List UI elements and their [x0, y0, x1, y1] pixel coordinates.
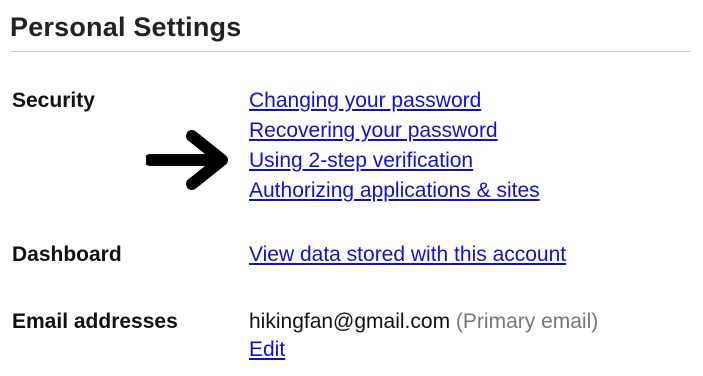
two-step-verification-link[interactable]: Using 2-step verification — [249, 149, 473, 173]
page-title: Personal Settings — [10, 12, 242, 42]
email-row: hikingfan@gmail.com (Primary email) — [249, 310, 598, 334]
email-addresses-label: Email addresses — [12, 310, 178, 333]
email-address: hikingfan@gmail.com — [249, 310, 451, 333]
view-data-link[interactable]: View data stored with this account — [249, 243, 566, 267]
primary-email-note: (Primary email) — [455, 310, 599, 333]
authorizing-apps-link[interactable]: Authorizing applications & sites — [249, 179, 540, 203]
title-divider — [10, 51, 690, 52]
right-arrow-icon — [146, 130, 228, 190]
dashboard-label: Dashboard — [12, 243, 122, 266]
edit-email-link[interactable]: Edit — [249, 338, 285, 362]
recovering-password-link[interactable]: Recovering your password — [249, 119, 498, 143]
changing-password-link[interactable]: Changing your password — [249, 89, 481, 113]
security-label: Security — [12, 89, 95, 112]
